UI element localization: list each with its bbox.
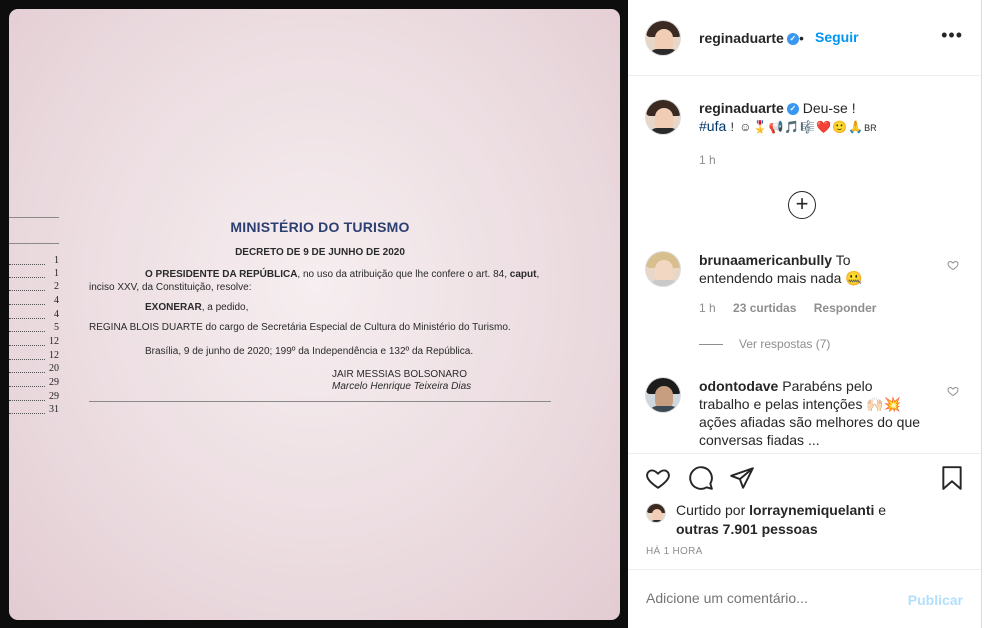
- liker-avatar[interactable]: [646, 503, 666, 523]
- share-paper-plane-icon[interactable]: [729, 465, 755, 491]
- caption-avatar[interactable]: [645, 99, 681, 135]
- comment-body: brunaamericanbully To entendendo mais na…: [699, 251, 923, 287]
- decree-paragraph-2: EXONERAR, a pedido,: [145, 302, 249, 313]
- post-photo[interactable]: 1 1 2 4 4 5 12 12 20 29 29 31 MINISTÉRIO…: [9, 9, 620, 620]
- like-heart-icon[interactable]: [645, 465, 671, 491]
- liker-username[interactable]: lorraynemiquelanti: [749, 502, 874, 518]
- index-row: 31: [9, 404, 59, 416]
- caption-meta: 1 h: [699, 153, 730, 167]
- post-header: reginaduarte ✓ • Seguir •••: [628, 0, 981, 76]
- comment-time[interactable]: 1 h: [699, 301, 716, 315]
- caption-body: reginaduarte ✓ Deu-se ! #ufa ! ☺🎖️📢🎵🎼❤️🙂🙏…: [699, 99, 923, 137]
- more-options-icon[interactable]: •••: [941, 25, 963, 46]
- decree-document: MINISTÉRIO DO TURISMO DECRETO DE 9 DE JU…: [89, 219, 551, 402]
- comment-body: odontodave Parabéns pelo trabalho e pela…: [699, 377, 923, 449]
- commenter-username[interactable]: odontodave: [699, 378, 778, 394]
- decree-paragraph-3: REGINA BLOIS DUARTE do cargo de Secretár…: [89, 322, 511, 333]
- index-row: 12: [9, 350, 59, 362]
- index-rule: [9, 217, 59, 218]
- verified-badge-icon: ✓: [786, 103, 799, 116]
- ministry-title: MINISTÉRIO DO TURISMO: [230, 219, 410, 235]
- save-bookmark-icon[interactable]: [939, 465, 965, 491]
- author-username[interactable]: reginaduarte ✓: [699, 30, 799, 46]
- index-column: 1 1 2 4 4 5 12 12 20 29 29 31: [9, 9, 61, 620]
- index-row: 12: [9, 336, 59, 348]
- decree-paragraph-1: O PRESIDENTE DA REPÚBLICA, no uso da atr…: [89, 269, 540, 293]
- comment-likes-count[interactable]: 23 curtidas: [733, 301, 796, 315]
- flag-label: BR: [864, 123, 877, 133]
- view-replies-button[interactable]: Ver respostas (7): [699, 337, 830, 351]
- index-row: 4: [9, 309, 59, 321]
- likes-others-link[interactable]: outras 7.901 pessoas: [676, 521, 818, 537]
- hashtag-link[interactable]: #ufa: [699, 118, 726, 134]
- caption-emojis: ! ☺🎖️📢🎵🎼❤️🙂🙏: [726, 120, 865, 134]
- follow-button[interactable]: Seguir: [815, 29, 859, 45]
- caption-username[interactable]: reginaduarte ✓: [699, 100, 799, 116]
- comment-bubble-icon[interactable]: [688, 465, 714, 491]
- decree-title: DECRETO DE 9 DE JUNHO DE 2020: [235, 247, 405, 258]
- decree-date-line: Brasília, 9 de junho de 2020; 199º da In…: [145, 346, 474, 357]
- signer-minister: Marcelo Henrique Teixeira Dias: [332, 381, 472, 392]
- commenter-avatar[interactable]: [645, 251, 681, 287]
- post-image-pane: 1 1 2 4 4 5 12 12 20 29 29 31 MINISTÉRIO…: [0, 0, 628, 628]
- comments-list[interactable]: reginaduarte ✓ Deu-se ! #ufa ! ☺🎖️📢🎵🎼❤️🙂🙏…: [628, 77, 981, 453]
- commenter-username[interactable]: brunaamericanbully: [699, 252, 832, 268]
- like-comment-heart-icon[interactable]: [947, 385, 959, 397]
- index-row: 1: [9, 255, 59, 267]
- index-rule: [9, 243, 59, 244]
- index-row: 4: [9, 295, 59, 307]
- commenter-avatar[interactable]: [645, 377, 681, 413]
- index-row: 20: [9, 363, 59, 375]
- index-row: 1: [9, 268, 59, 280]
- index-row: 29: [9, 391, 59, 403]
- load-more-comments-icon[interactable]: +: [788, 191, 816, 219]
- caption-text: Deu-se !: [802, 100, 856, 116]
- post-actions: Curtido por lorraynemiquelanti e outras …: [628, 453, 981, 569]
- add-comment-bar: Publicar: [628, 569, 981, 628]
- post-time-ago[interactable]: HÁ 1 HORA: [646, 546, 703, 557]
- document-rule: [89, 401, 551, 402]
- likes-text: Curtido por lorraynemiquelanti e outras …: [676, 502, 887, 537]
- comment-meta: 1 h 23 curtidas Responder: [699, 301, 890, 315]
- publish-button[interactable]: Publicar: [908, 592, 963, 608]
- index-row: 2: [9, 281, 59, 293]
- author-avatar[interactable]: [645, 20, 681, 56]
- decree-signatures: JAIR MESSIAS BOLSONARO Marcelo Henrique …: [332, 369, 551, 393]
- index-row: 29: [9, 377, 59, 389]
- caption-time[interactable]: 1 h: [699, 153, 716, 167]
- comment-input[interactable]: [646, 590, 896, 606]
- signer-president: JAIR MESSIAS BOLSONARO: [332, 369, 468, 380]
- header-separator: •: [799, 30, 804, 46]
- index-row: 5: [9, 322, 59, 334]
- like-comment-heart-icon[interactable]: [947, 259, 959, 271]
- post-side-panel: reginaduarte ✓ • Seguir ••• reginaduarte ✓…: [628, 0, 982, 628]
- reply-button[interactable]: Responder: [814, 301, 877, 315]
- verified-badge-icon: ✓: [786, 33, 799, 46]
